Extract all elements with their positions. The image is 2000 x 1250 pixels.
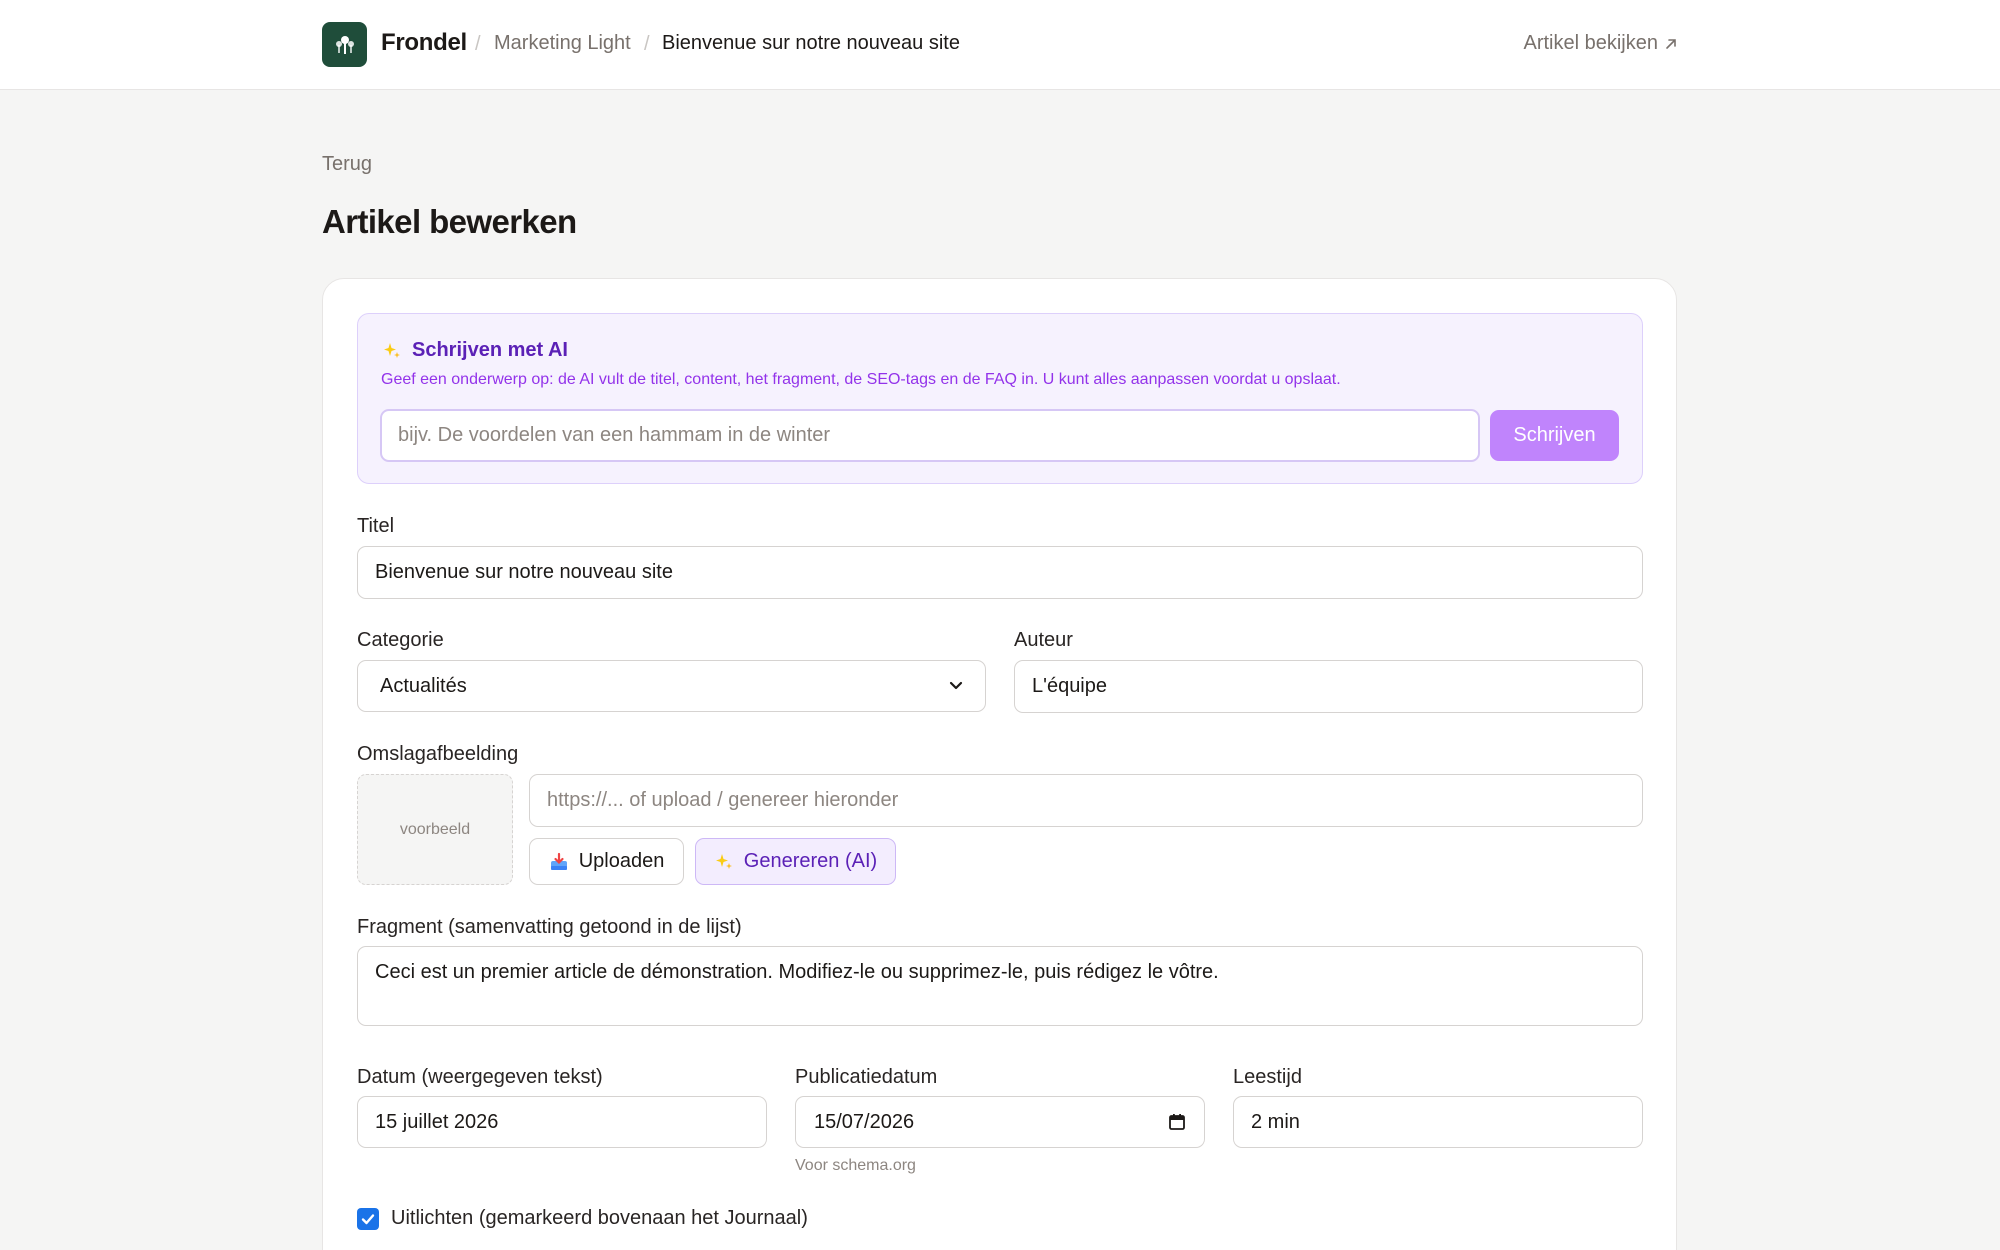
date-text-label: Datum (weergegeven tekst) bbox=[357, 1066, 603, 1088]
checkmark-icon bbox=[361, 1214, 375, 1225]
excerpt-label: Fragment (samenvatting getoond in de lij… bbox=[357, 916, 742, 938]
arrow-up-right-icon bbox=[1666, 38, 1676, 49]
date-text-input[interactable] bbox=[357, 1096, 767, 1148]
brand-logo-icon[interactable] bbox=[322, 22, 367, 67]
excerpt-textarea[interactable]: Ceci est un premier article de démonstra… bbox=[357, 946, 1643, 1026]
ai-writer-title-text: Schrijven met AI bbox=[412, 339, 568, 361]
sparkles-icon bbox=[384, 342, 400, 358]
publication-date-value: 15/07/2026 bbox=[814, 1110, 915, 1133]
back-link[interactable]: Terug bbox=[322, 153, 372, 176]
breadcrumb-separator: / bbox=[644, 33, 650, 55]
view-article-label: Artikel bekijken bbox=[1523, 32, 1658, 54]
category-label: Categorie bbox=[357, 629, 444, 651]
publication-date-input[interactable]: 15/07/2026 bbox=[795, 1096, 1205, 1148]
ai-topic-input[interactable] bbox=[380, 409, 1480, 462]
chevron-down-icon bbox=[949, 681, 963, 690]
ai-writer-title: Schrijven met AI bbox=[382, 339, 568, 362]
brand-name[interactable]: Frondel bbox=[381, 29, 467, 57]
cover-image-label: Omslagafbeelding bbox=[357, 743, 519, 765]
breadcrumb-current: Bienvenue sur notre nouveau site bbox=[662, 32, 960, 54]
category-select[interactable]: Actualités bbox=[357, 660, 986, 712]
top-bar: Frondel / Marketing Light / Bienvenue su… bbox=[0, 0, 2000, 90]
ai-writer-description: Geef een onderwerp op: de AI vult de tit… bbox=[381, 371, 1341, 388]
ai-write-button[interactable]: Schrijven bbox=[1490, 410, 1619, 461]
title-label: Titel bbox=[357, 515, 395, 537]
upload-button[interactable]: Uploaden bbox=[529, 838, 684, 885]
featured-checkbox[interactable] bbox=[357, 1208, 379, 1230]
cover-image-url-input[interactable] bbox=[529, 774, 1643, 827]
generate-ai-button-label: Genereren (AI) bbox=[743, 850, 878, 872]
category-selected-value: Actualités bbox=[380, 674, 467, 697]
publication-date-hint: Voor schema.org bbox=[795, 1157, 916, 1174]
view-article-link[interactable]: Artikel bekijken bbox=[1523, 32, 1678, 55]
cover-image-preview: voorbeeld bbox=[357, 774, 513, 885]
author-label: Auteur bbox=[1014, 629, 1073, 651]
sparkles-icon bbox=[715, 853, 732, 869]
inbox-tray-icon bbox=[550, 852, 567, 870]
upload-button-label: Uploaden bbox=[578, 850, 665, 872]
title-input[interactable] bbox=[357, 546, 1643, 599]
ai-writer-panel: Schrijven met AI Geef een onderwerp op: … bbox=[357, 313, 1643, 484]
author-input[interactable] bbox=[1014, 660, 1643, 713]
tree-icon bbox=[335, 35, 354, 54]
breadcrumb-separator: / bbox=[475, 33, 481, 55]
breadcrumb-site[interactable]: Marketing Light bbox=[494, 32, 631, 55]
page-title: Artikel bewerken bbox=[322, 203, 577, 240]
reading-time-label: Leestijd bbox=[1233, 1066, 1302, 1088]
generate-ai-button[interactable]: Genereren (AI) bbox=[695, 838, 896, 885]
featured-checkbox-label[interactable]: Uitlichten (gemarkeerd bovenaan het Jour… bbox=[391, 1207, 808, 1230]
reading-time-input[interactable] bbox=[1233, 1096, 1643, 1148]
publication-date-label: Publicatiedatum bbox=[795, 1066, 938, 1088]
calendar-icon[interactable] bbox=[1168, 1113, 1186, 1131]
